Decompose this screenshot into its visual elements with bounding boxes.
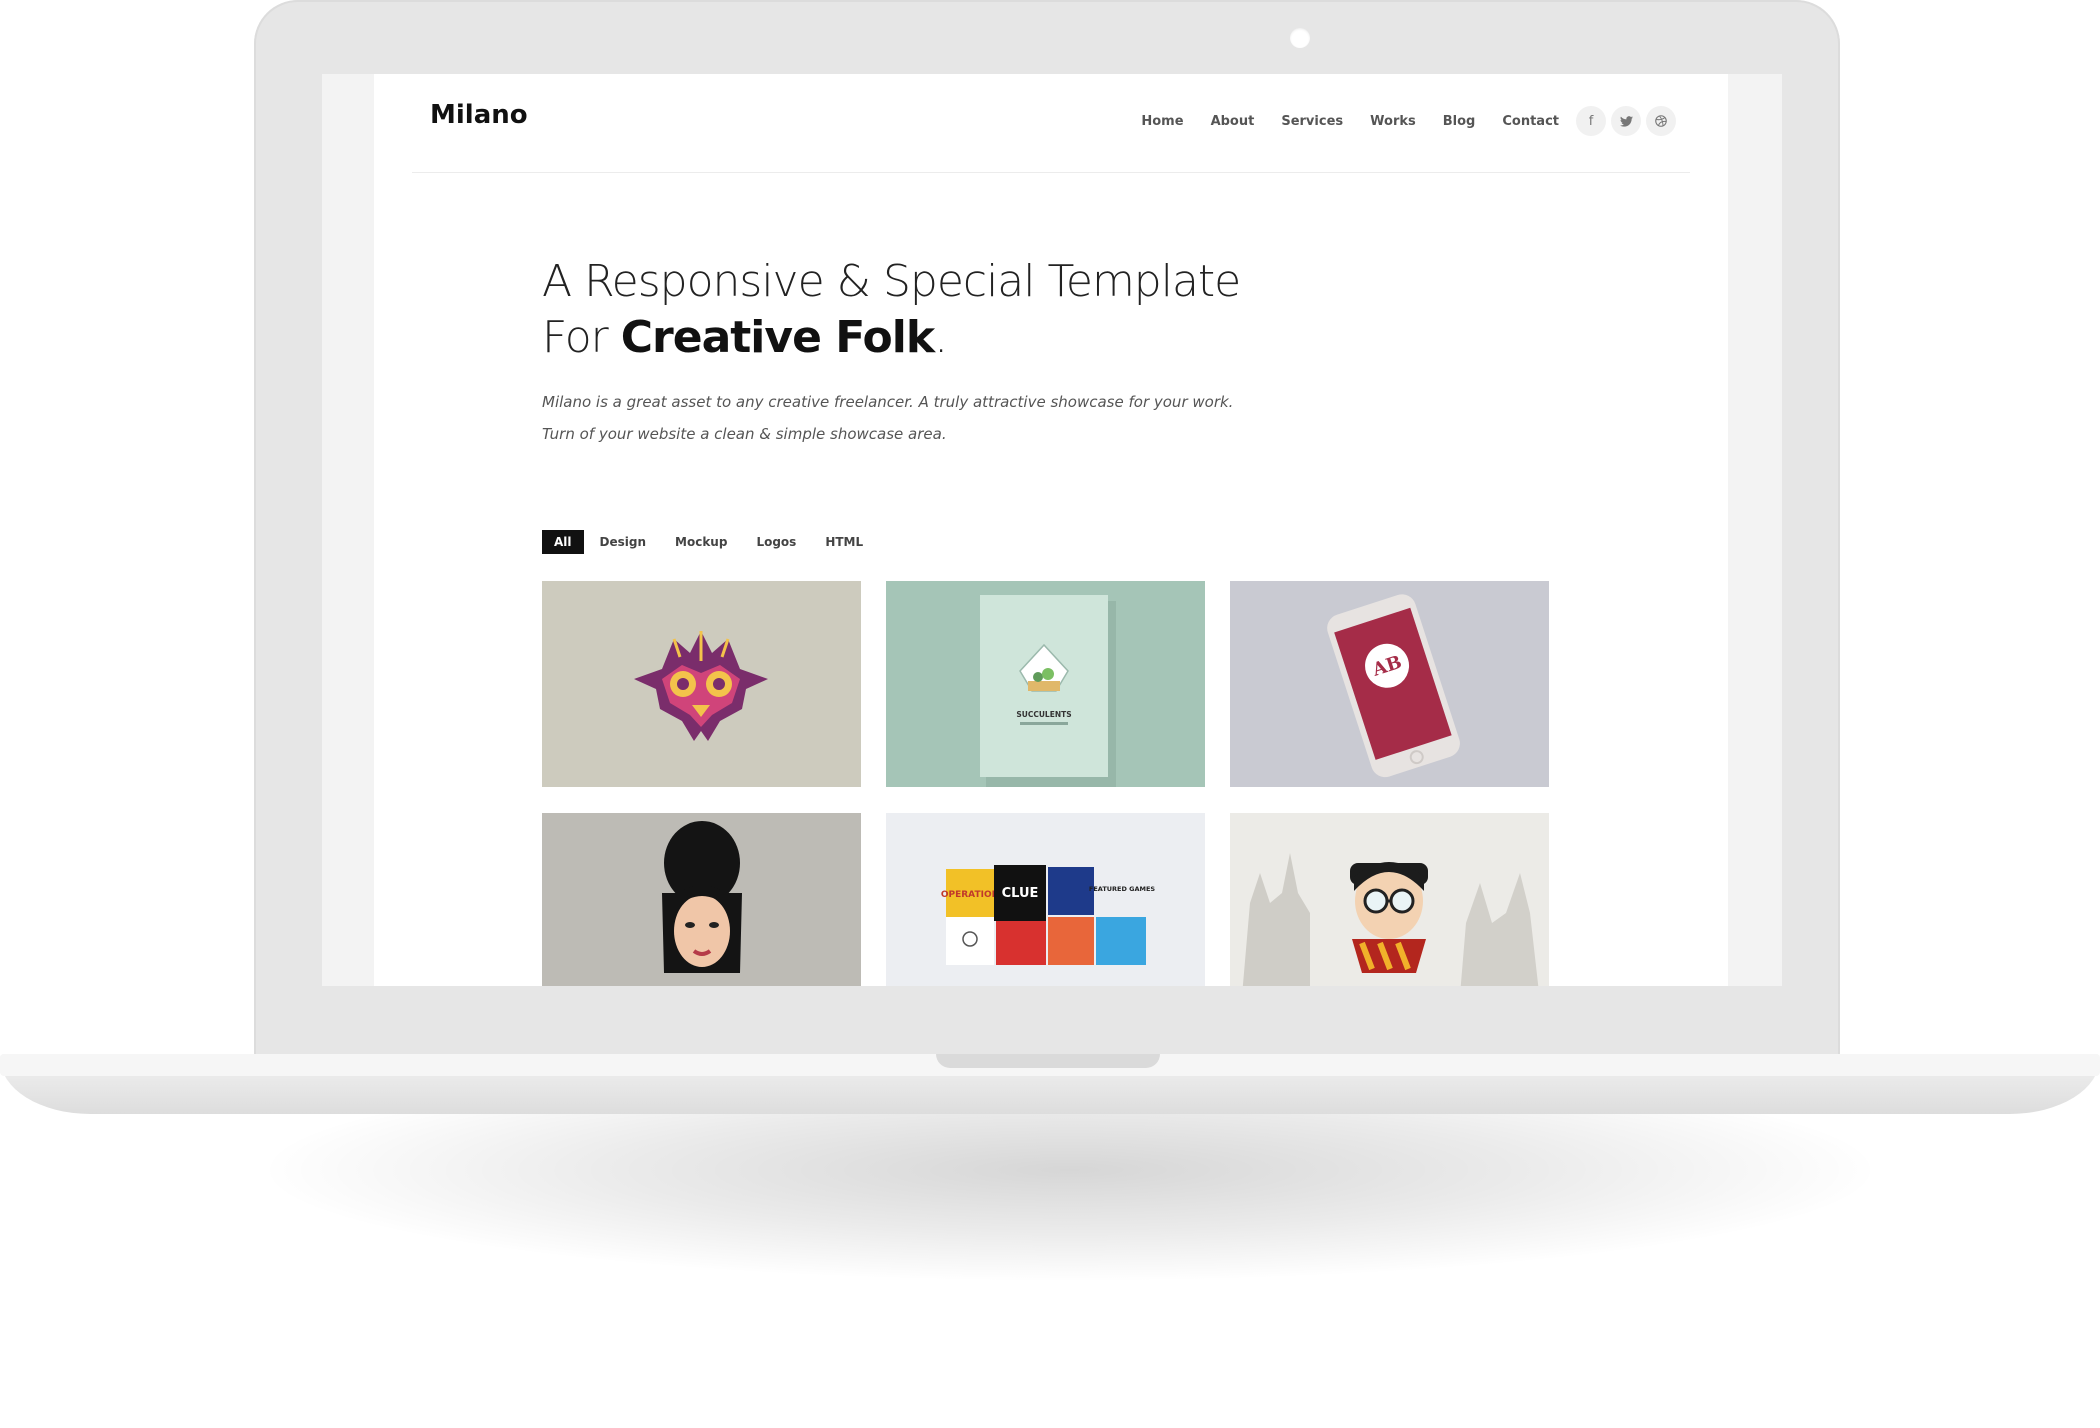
hero-subtitle-line2: Turn of your website a clean & simple sh… [542,425,947,443]
portfolio-item-phone[interactable]: AB [1230,581,1549,787]
filter-design[interactable]: Design [600,530,647,554]
succulents-book-illustration: SUCCULENTS [980,595,1116,787]
laptop-notch [936,1054,1160,1068]
filter-logos[interactable]: Logos [756,530,796,554]
social-links: f [1571,106,1676,136]
book-title: SUCCULENTS [1016,710,1071,719]
main-nav: Home About Services Works Blog Contact f [1114,106,1676,136]
header-divider [412,172,1690,173]
featured-games-illustration: OPERATION CLUE FEATURED GAMES [941,865,1155,965]
hero-title-suffix: . [934,312,948,363]
wizard-boy-illustration [1230,813,1549,986]
nav-home[interactable]: Home [1141,114,1183,129]
site-logo[interactable]: Milano [430,100,528,130]
camera-icon [1290,28,1310,48]
nav-services[interactable]: Services [1281,114,1343,129]
web-page: Milano Home About Services Works Blog Co… [374,74,1728,986]
filter-all[interactable]: All [542,530,584,554]
hero-title-bold: Creative Folk [620,312,935,363]
featured-games-label: FEATURED GAMES [1089,885,1155,893]
hero-title-line2: For Creative Folk. [542,312,948,363]
nav-about[interactable]: About [1211,114,1255,129]
nav-blog[interactable]: Blog [1443,114,1476,129]
facebook-icon[interactable]: f [1576,106,1606,136]
portfolio-item-games[interactable]: OPERATION CLUE FEATURED GAMES [886,813,1205,986]
hero-title-line1: A Responsive & Special Template [542,256,1241,307]
portfolio-filters: All Design Mockup Logos HTML [542,530,892,554]
dribbble-icon[interactable] [1646,106,1676,136]
portfolio-item-mask[interactable] [542,581,861,787]
game-clue-label: CLUE [1002,886,1039,901]
hero-title-prefix: For [542,312,621,363]
filter-mockup[interactable]: Mockup [675,530,727,554]
portfolio-item-wizard[interactable] [1230,813,1549,986]
filter-html[interactable]: HTML [825,530,863,554]
woman-portrait-illustration [662,821,742,973]
laptop-screen: Milano Home About Services Works Blog Co… [322,74,1782,986]
nav-contact[interactable]: Contact [1502,114,1559,129]
mask-illustration [634,631,768,741]
game-operation-label: OPERATION [941,890,999,900]
hero-subtitle-line1: Milano is a great asset to any creative … [542,393,1234,411]
nav-works[interactable]: Works [1370,114,1416,129]
portfolio-item-portrait[interactable] [542,813,861,986]
phone-mockup-illustration: AB [1230,581,1549,787]
portfolio-item-succulents[interactable]: SUCCULENTS [886,581,1205,787]
twitter-icon[interactable] [1611,106,1641,136]
